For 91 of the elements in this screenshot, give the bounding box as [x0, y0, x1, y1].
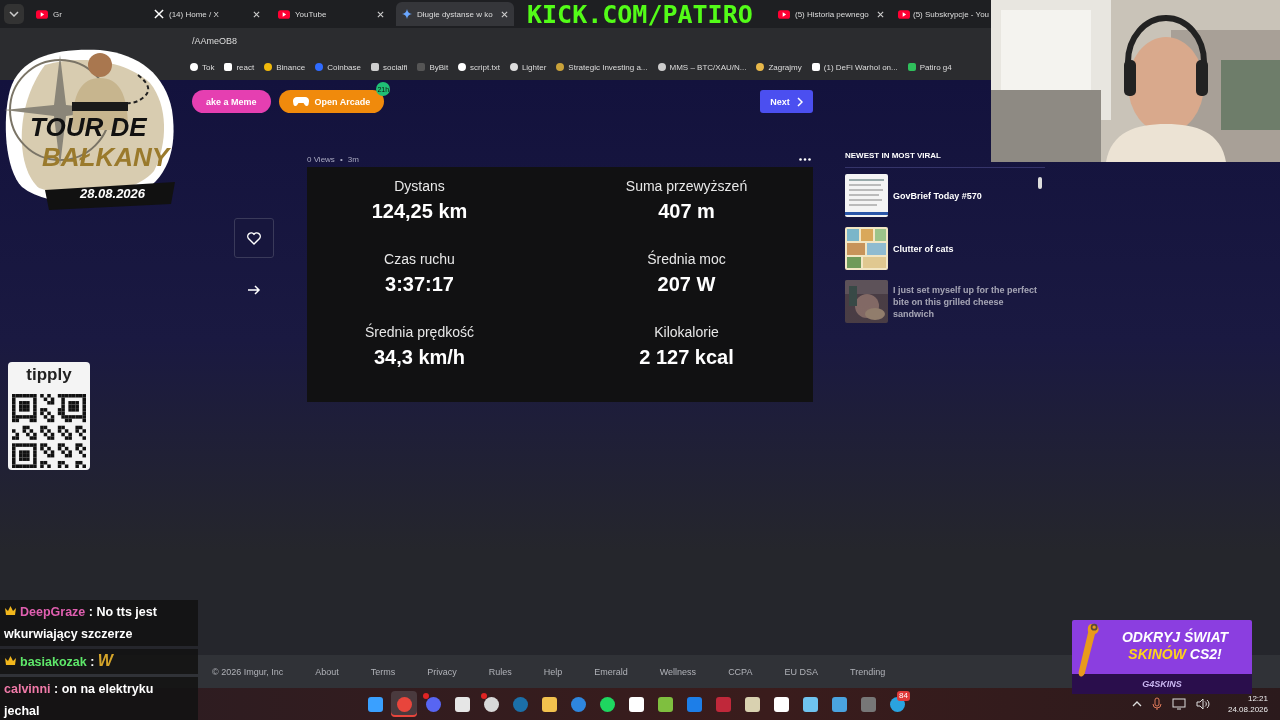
footer-link[interactable]: About: [315, 666, 339, 677]
event-title: TOUR DE: [30, 112, 147, 143]
taskbar-app[interactable]: 84: [884, 691, 910, 717]
stat-value: 207 W: [657, 273, 716, 296]
stat-label: Średnia prędkość: [365, 324, 474, 340]
stat-value: 407 m: [658, 200, 715, 223]
chevron-down-icon: [9, 11, 19, 17]
chevron-up-icon[interactable]: [1131, 701, 1142, 707]
footer-link[interactable]: CCPA: [728, 666, 753, 677]
action-button[interactable]: ake a Meme: [192, 90, 271, 113]
next-button[interactable]: Next: [760, 90, 813, 113]
footer-link[interactable]: Rules: [488, 666, 512, 677]
chat-message: calvinni : on na elektryku jechal: [4, 682, 154, 718]
footer-link[interactable]: Wellness: [659, 666, 697, 677]
more-options-icon[interactable]: [799, 157, 811, 161]
bookmark[interactable]: MMS – BTC/XAU/N...: [657, 62, 747, 72]
crown-icon: [4, 605, 17, 616]
browser-tab[interactable]: (14) Home / X: [148, 2, 266, 26]
stat-label: Dystans: [394, 178, 445, 194]
favorite-button[interactable]: [234, 218, 274, 258]
stat-value: 34,3 km/h: [373, 346, 466, 369]
copyright-text: © 2026 Imgur, Inc: [212, 666, 284, 677]
bookmark[interactable]: socialfi: [371, 62, 408, 72]
bookmark[interactable]: script.txt: [458, 62, 500, 72]
bookmark[interactable]: ByBit: [417, 62, 449, 72]
chevron-right-icon: [796, 96, 803, 107]
bookmark[interactable]: Tok: [190, 62, 215, 72]
sparkle-icon: [402, 9, 412, 19]
monitor-icon[interactable]: [1171, 698, 1186, 710]
bookmark[interactable]: Coinbase: [315, 62, 361, 72]
stream-url-text: KICK.COM/PATIRO: [527, 1, 753, 29]
microphone-icon[interactable]: [1151, 697, 1162, 711]
stat-value: 124,25 km: [371, 200, 468, 223]
stat-label: Średnia moc: [647, 251, 726, 267]
footer-link[interactable]: Trending: [850, 666, 886, 677]
clock[interactable]: 12:21 24.08.2026: [1227, 693, 1268, 715]
close-tab-icon[interactable]: [377, 10, 384, 18]
brand-name: tipply: [26, 364, 72, 386]
browser-tab[interactable]: Długie dystanse w ko: [396, 2, 514, 26]
view-count: 0 Views: [307, 154, 335, 164]
footer-link[interactable]: Emerald: [594, 666, 628, 677]
notification-badge: 84: [897, 691, 910, 701]
footer-link[interactable]: EU DSA: [784, 666, 818, 677]
brand-logo: G4SKINS: [1142, 679, 1182, 689]
browser-tab[interactable]: Gr: [30, 2, 70, 26]
stat-label: Czas ruchu: [384, 251, 455, 267]
separator-dot: •: [339, 154, 343, 164]
share-arrow-icon[interactable]: [247, 284, 261, 296]
address-field[interactable]: /AAmeOB8: [0, 36, 238, 46]
stat-label: Suma przewyższeń: [625, 178, 748, 194]
stat-value: 2 127 kcal: [639, 346, 734, 369]
browser-tab[interactable]: (5) Historia pewnego: [772, 2, 890, 26]
ad-banner[interactable]: ODKRYJ ŚWIAT SKINÓW CS2! G4SKINS: [1072, 620, 1252, 694]
x-icon: [154, 9, 164, 19]
video-play-icon: [898, 9, 910, 19]
ad-headline: ODKRYJ ŚWIAT: [1121, 629, 1228, 645]
chat-message: basiakozak : W: [4, 655, 113, 669]
post-title[interactable]: I just set myself up for the perfect bite on this grilled cheese sandwich: [893, 283, 1045, 320]
video-play-icon: [278, 9, 290, 19]
stat-value: 3:37:17: [385, 273, 454, 296]
tab-list-button[interactable]: [4, 4, 24, 24]
video-play-icon: [36, 9, 48, 19]
heart-icon: [247, 231, 261, 245]
video-play-icon: [778, 9, 790, 19]
event-date: 28.08.2026: [80, 186, 146, 201]
close-tab-icon[interactable]: [501, 10, 508, 18]
bookmark[interactable]: (1) DeFi Warhol on...: [811, 62, 898, 72]
bookmark[interactable]: Zagrajmy: [756, 62, 802, 72]
post-age: 3m: [347, 154, 359, 164]
stat-label: Kilokalorie: [654, 324, 719, 340]
footer-link[interactable]: Privacy: [427, 666, 457, 677]
qr-code[interactable]: [12, 394, 86, 468]
close-tab-icon[interactable]: [877, 10, 884, 18]
ad-headline: SKINÓW CS2!: [1128, 646, 1222, 663]
footer-link[interactable]: Terms: [370, 666, 396, 677]
browser-tab[interactable]: (5) Subskrypcje - You: [896, 2, 992, 26]
post-title[interactable]: Clutter of cats: [893, 242, 954, 255]
crown-icon: [4, 655, 17, 666]
bookmark[interactable]: react: [224, 62, 255, 72]
close-tab-icon[interactable]: [253, 10, 260, 18]
chat-message: DeepGraze : No tts jest wkurwiający szczerze: [4, 605, 157, 641]
gamepad-icon: [292, 96, 309, 107]
browser-tab[interactable]: YouTube: [272, 2, 390, 26]
bookmark[interactable]: Patiro g4: [907, 62, 952, 72]
post-title[interactable]: GovBrief Today #570: [893, 189, 982, 202]
bookmark[interactable]: Lighter: [509, 62, 547, 72]
scrollbar-thumb[interactable]: [1038, 177, 1042, 189]
bookmark[interactable]: Strategic Investing a...: [556, 62, 648, 72]
footer-link[interactable]: Help: [543, 666, 563, 677]
volume-icon[interactable]: [1195, 698, 1210, 710]
bookmark[interactable]: Binance: [264, 62, 306, 72]
